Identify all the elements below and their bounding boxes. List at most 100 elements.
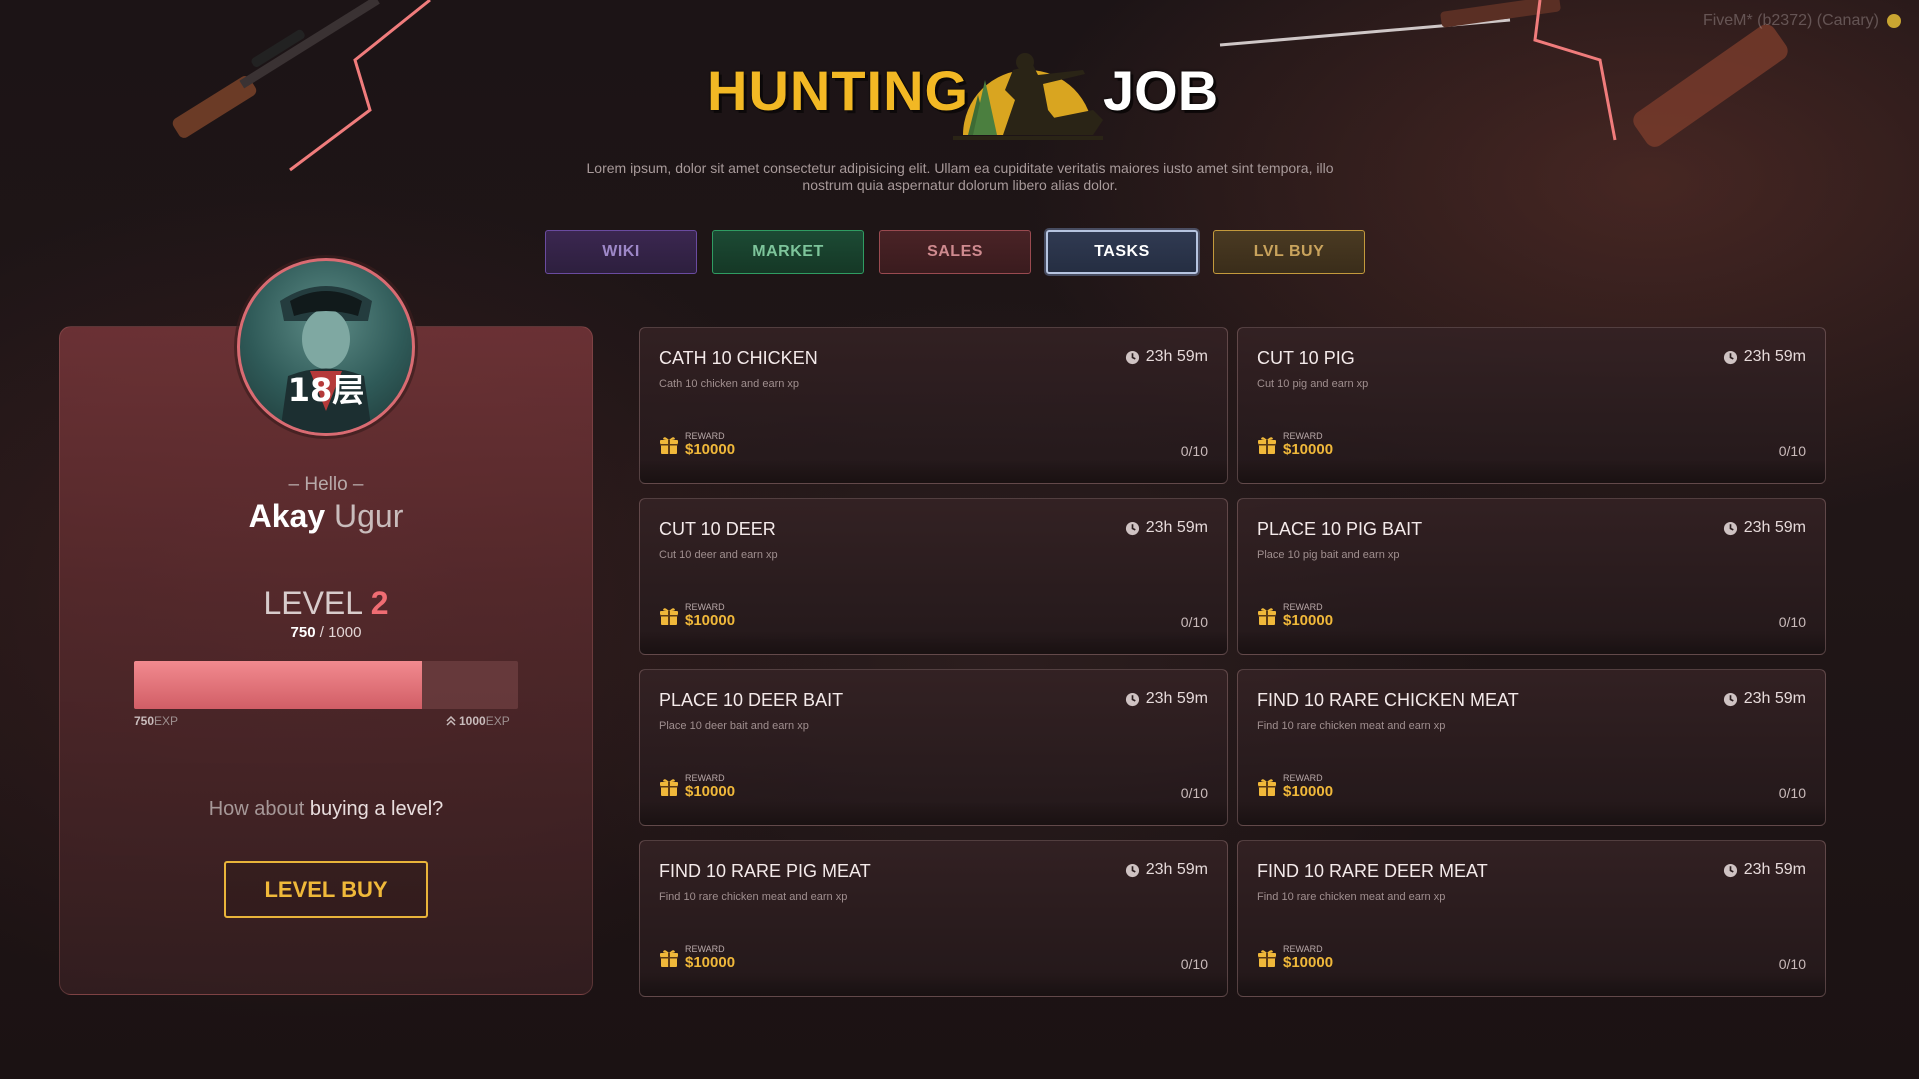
xp-bar-min-unit: EXP: [154, 714, 179, 728]
xp-text: 750 / 1000: [59, 624, 593, 641]
reward-label: REWARD: [685, 773, 725, 783]
xp-current: 750: [290, 624, 316, 641]
reward-amount: $10000: [1283, 783, 1334, 800]
reward-amount: $10000: [685, 954, 736, 971]
level-value: 2: [370, 585, 389, 621]
task-timer: 23h 59m: [1723, 861, 1806, 879]
task-card[interactable]: PLACE 10 DEER BAIT Place 10 deer bait an…: [639, 669, 1228, 826]
task-progress: 0/10: [1778, 956, 1806, 972]
task-title: CUT 10 DEER: [659, 519, 776, 539]
gift-icon: [660, 607, 678, 625]
task-timer-text: 23h 59m: [1145, 519, 1208, 536]
tab-market[interactable]: MARKET: [712, 230, 864, 274]
task-title: PLACE 10 DEER BAIT: [659, 690, 844, 710]
buy-level-prompt: How about buying a level?: [59, 798, 593, 821]
xp-progress-bar: [134, 661, 518, 709]
task-description: Find 10 rare chicken meat and earn xp: [1257, 891, 1446, 903]
task-card[interactable]: PLACE 10 PIG BAIT Place 10 pig bait and …: [1237, 498, 1826, 655]
task-reward: REWARD $10000: [1257, 773, 1333, 800]
gift-icon: [1258, 778, 1276, 796]
logo-word-job: JOB: [1103, 59, 1219, 122]
task-reward: REWARD $10000: [659, 431, 735, 458]
task-timer-text: 23h 59m: [1145, 690, 1208, 707]
xp-bar-min: 750EXP: [134, 714, 178, 728]
task-progress: 0/10: [1180, 614, 1208, 630]
task-timer-text: 23h 59m: [1743, 861, 1806, 878]
level-display: LEVEL 2: [59, 585, 593, 622]
hello-text: – Hello –: [288, 474, 364, 495]
tab-lvl-buy[interactable]: LVL BUY: [1213, 230, 1365, 274]
player-last-name: Ugur: [334, 498, 404, 534]
xp-bar-max-value: 1000: [459, 714, 486, 728]
nav-tabs: WIKI MARKET SALES TASKS LVL BUY: [545, 230, 1365, 274]
xp-bar-min-value: 750: [134, 714, 155, 728]
clock-icon: [1125, 350, 1139, 364]
task-description: Place 10 deer bait and earn xp: [659, 720, 809, 732]
buy-level-prompt-prefix: How about: [208, 798, 310, 820]
task-card[interactable]: FIND 10 RARE CHICKEN MEAT Find 10 rare c…: [1237, 669, 1826, 826]
watermark: FiveM* (b2372) (Canary): [1703, 12, 1901, 30]
tab-wiki[interactable]: WIKI: [545, 230, 697, 274]
task-timer-text: 23h 59m: [1145, 861, 1208, 878]
gift-icon: [660, 436, 678, 454]
subtitle: Lorem ipsum, dolor sit amet consectetur …: [586, 160, 1334, 193]
player-first-name: Akay: [248, 498, 326, 534]
reward-amount: $10000: [1283, 612, 1334, 629]
reward-label: REWARD: [1283, 602, 1323, 612]
clock-icon: [1125, 863, 1139, 877]
task-card[interactable]: CUT 10 DEER Cut 10 deer and earn xp 23h …: [639, 498, 1228, 655]
xp-bar-max-unit: EXP: [485, 714, 510, 728]
gift-icon: [660, 778, 678, 796]
tab-tasks[interactable]: TASKS: [1046, 230, 1198, 274]
task-timer-text: 23h 59m: [1743, 690, 1806, 707]
reward-label: REWARD: [1283, 944, 1323, 954]
gift-icon: [1258, 949, 1276, 967]
hunter-silhouette-icon: [953, 53, 1103, 140]
task-description: Place 10 pig bait and earn xp: [1257, 549, 1400, 561]
task-timer: 23h 59m: [1125, 519, 1208, 537]
task-timer: 23h 59m: [1723, 348, 1806, 366]
task-card[interactable]: CUT 10 PIG Cut 10 pig and earn xp 23h 59…: [1237, 327, 1826, 484]
logo-word-hunting: HUNTING: [707, 59, 970, 122]
clock-icon: [1125, 692, 1139, 706]
task-reward: REWARD $10000: [659, 602, 735, 629]
task-title: FIND 10 RARE PIG MEAT: [659, 861, 871, 881]
gift-icon: [660, 949, 678, 967]
task-progress: 0/10: [1778, 614, 1806, 630]
task-timer-text: 23h 59m: [1145, 348, 1208, 365]
gift-icon: [1258, 607, 1276, 625]
task-timer: 23h 59m: [1125, 690, 1208, 708]
task-card[interactable]: FIND 10 RARE DEER MEAT Find 10 rare chic…: [1237, 840, 1826, 997]
task-title: FIND 10 RARE CHICKEN MEAT: [1257, 690, 1519, 710]
task-timer: 23h 59m: [1723, 519, 1806, 537]
task-title: FIND 10 RARE DEER MEAT: [1257, 861, 1488, 881]
reward-label: REWARD: [1283, 431, 1323, 441]
player-name: Akay Ugur: [59, 498, 593, 535]
task-progress: 0/10: [1778, 785, 1806, 801]
clock-icon: [1723, 521, 1737, 535]
tab-sales[interactable]: SALES: [879, 230, 1031, 274]
task-title: PLACE 10 PIG BAIT: [1257, 519, 1423, 539]
buy-level-prompt-emphasis: buying a level?: [309, 798, 444, 820]
reward-amount: $10000: [685, 441, 736, 458]
task-description: Find 10 rare chicken meat and earn xp: [1257, 720, 1446, 732]
task-progress: 0/10: [1778, 443, 1806, 459]
xp-progress-fill: [134, 661, 422, 709]
reward-amount: $10000: [685, 783, 736, 800]
avatar: 18层: [237, 258, 415, 436]
task-progress: 0/10: [1180, 443, 1208, 459]
reward-label: REWARD: [685, 602, 725, 612]
xp-max: / 1000: [319, 624, 362, 641]
task-card[interactable]: FIND 10 RARE PIG MEAT Find 10 rare chick…: [639, 840, 1228, 997]
reward-label: REWARD: [685, 944, 725, 954]
level-buy-button[interactable]: LEVEL BUY: [224, 861, 428, 918]
reward-amount: $10000: [1283, 954, 1334, 971]
reward-label: REWARD: [1283, 773, 1323, 783]
reward-amount: $10000: [1283, 441, 1334, 458]
task-reward: REWARD $10000: [659, 773, 735, 800]
hunting-job-logo: HUNTING JOB: [695, 40, 1225, 140]
clock-icon: [1723, 863, 1737, 877]
task-timer-text: 23h 59m: [1743, 519, 1806, 536]
clock-icon: [1125, 521, 1139, 535]
task-card[interactable]: CATH 10 CHICKEN Cath 10 chicken and earn…: [639, 327, 1228, 484]
